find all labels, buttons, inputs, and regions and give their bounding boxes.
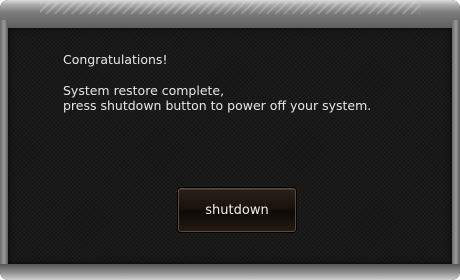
dialog-frame-bottom (0, 264, 460, 280)
dialog-frame-top (0, 0, 460, 28)
message-line-2: press shutdown button to power off your … (63, 98, 372, 113)
dialog-frame-left (0, 20, 8, 270)
dialog-frame-right (452, 20, 460, 270)
message-title: Congratulations! (63, 52, 168, 67)
shutdown-button[interactable]: shutdown (178, 188, 296, 232)
dialog-content-panel: Congratulations! System restore complete… (8, 28, 452, 264)
message-line-1: System restore complete, (63, 83, 225, 98)
restore-complete-dialog: Congratulations! System restore complete… (0, 0, 460, 280)
